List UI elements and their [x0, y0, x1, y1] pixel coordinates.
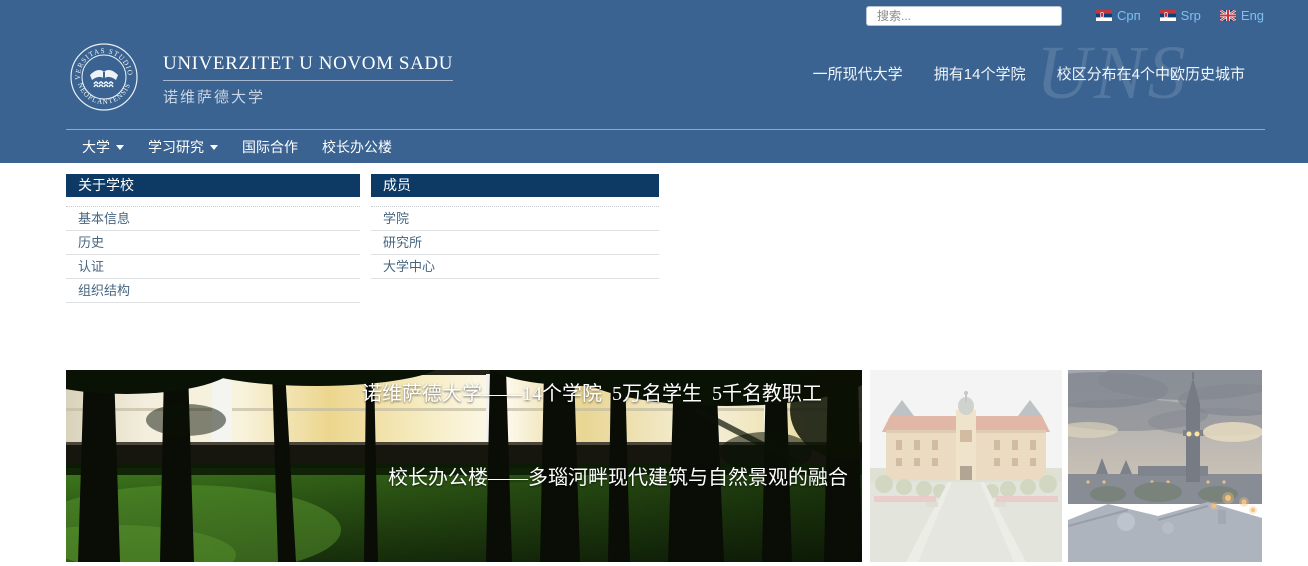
search-input[interactable] — [866, 6, 1062, 26]
carousel-caption: 诺维萨德大学——14个学院 5万名学生 5千名教职工 校长办公楼——多瑙河畔现代… — [362, 370, 848, 548]
nav-label: 学习研究 — [148, 137, 204, 157]
language-link-cyrillic[interactable]: Срп — [1096, 8, 1141, 23]
page: UNS Срп — [0, 0, 1308, 566]
menu-item-history[interactable]: 历史 — [66, 231, 360, 255]
site-subtitle-chinese: 诺维萨德大学 — [163, 86, 453, 107]
nav-item-rectorate[interactable]: 校长办公楼 — [310, 130, 404, 163]
carousel-slide-rectorate[interactable]: 诺维萨德大学——14个学院 5万名学生 5千名教职工 校长办公楼——多瑙河畔现代… — [66, 370, 862, 562]
carousel-slide-tower-dusk[interactable] — [1068, 370, 1262, 562]
seal-bottom-text: NEOPLANTENSIS — [76, 82, 132, 107]
language-link-latin[interactable]: Srp — [1160, 8, 1201, 23]
nav-item-international[interactable]: 国际合作 — [230, 130, 310, 163]
chevron-down-icon — [116, 145, 124, 150]
language-label: Срп — [1117, 8, 1141, 23]
language-label: Srp — [1181, 8, 1201, 23]
tagline-part: 一所现代大学 — [813, 66, 903, 83]
tagline-part: 拥有14个学院 — [934, 66, 1026, 83]
site-title[interactable]: UNIVERZITET U NOVOM SADU — [163, 53, 453, 81]
caption-line-2: 校长办公楼——多瑙河畔现代建筑与自然景观的融合 — [362, 464, 848, 492]
nav-label: 国际合作 — [242, 137, 298, 157]
brand-block: UNIVERZITET U NOVOM SADU 诺维萨德大学 — [163, 53, 453, 107]
header-tagline: 一所现代大学 拥有14个学院 校区分布在4个中欧历史城市 — [813, 63, 1245, 84]
photo-carousel: 诺维萨德大学——14个学院 5万名学生 5千名教职工 校长办公楼——多瑙河畔现代… — [66, 370, 1262, 562]
carousel-slide-palace[interactable] — [870, 370, 1062, 562]
university-seal-logo[interactable]: UNIVERSITAS STUDIORUM NEOPLANTENSIS — [70, 43, 138, 111]
dropdown-panel-members: 成员 学院 研究所 大学中心 — [371, 174, 659, 279]
main-nav: 大学 学习研究 国际合作 校长办公楼 — [70, 130, 404, 163]
dropdown-title-members[interactable]: 成员 — [371, 174, 659, 197]
caption-line-1: 诺维萨德大学——14个学院 5万名学生 5千名教职工 — [362, 380, 848, 408]
nav-item-study-research[interactable]: 学习研究 — [136, 130, 230, 163]
nav-item-university[interactable]: 大学 — [70, 130, 136, 163]
dropdown-panel-about: 关于学校 基本信息 历史 认证 组织结构 — [66, 174, 360, 303]
menu-item-basic-info[interactable]: 基本信息 — [66, 207, 360, 231]
menu-item-organization[interactable]: 组织结构 — [66, 279, 360, 303]
menu-item-accreditation[interactable]: 认证 — [66, 255, 360, 279]
menu-item-university-centers[interactable]: 大学中心 — [371, 255, 659, 279]
serbia-flag-icon — [1096, 10, 1112, 21]
menu-item-institutes[interactable]: 研究所 — [371, 231, 659, 255]
menu-item-faculties[interactable]: 学院 — [371, 207, 659, 231]
uk-flag-icon — [1220, 10, 1236, 21]
language-link-english[interactable]: Eng — [1220, 8, 1264, 23]
nav-label: 校长办公楼 — [322, 137, 392, 157]
dropdown-list: 学院 研究所 大学中心 — [371, 206, 659, 279]
language-label: Eng — [1241, 8, 1264, 23]
site-header: UNS Срп — [0, 0, 1308, 163]
chevron-down-icon — [210, 145, 218, 150]
serbia-flag-icon — [1160, 10, 1176, 21]
svg-text:NEOPLANTENSIS: NEOPLANTENSIS — [76, 82, 132, 107]
language-switcher: Срп Srp — [1096, 7, 1264, 23]
nav-label: 大学 — [82, 137, 110, 157]
tagline-part: 校区分布在4个中欧历史城市 — [1057, 66, 1245, 83]
open-book-icon — [90, 70, 118, 87]
dropdown-list: 基本信息 历史 认证 组织结构 — [66, 206, 360, 303]
dropdown-title-about[interactable]: 关于学校 — [66, 174, 360, 197]
